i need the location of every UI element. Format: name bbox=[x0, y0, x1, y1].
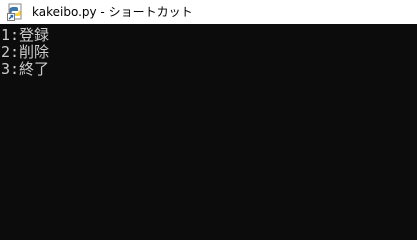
console-output[interactable]: 1:登録 2:削除 3:終了 bbox=[0, 24, 417, 207]
python-shortcut-icon bbox=[7, 3, 22, 21]
console-line-exit: 3:終了 bbox=[1, 60, 50, 78]
window-title: kakeibo.py - ショートカット bbox=[32, 5, 193, 19]
console-line-register: 1:登録 bbox=[1, 26, 50, 44]
title-bar[interactable]: kakeibo.py - ショートカット bbox=[0, 0, 417, 24]
console-line-delete: 2:削除 bbox=[1, 43, 50, 61]
console-window: kakeibo.py - ショートカット 1:登録 2:削除 3:終了 bbox=[0, 0, 417, 207]
